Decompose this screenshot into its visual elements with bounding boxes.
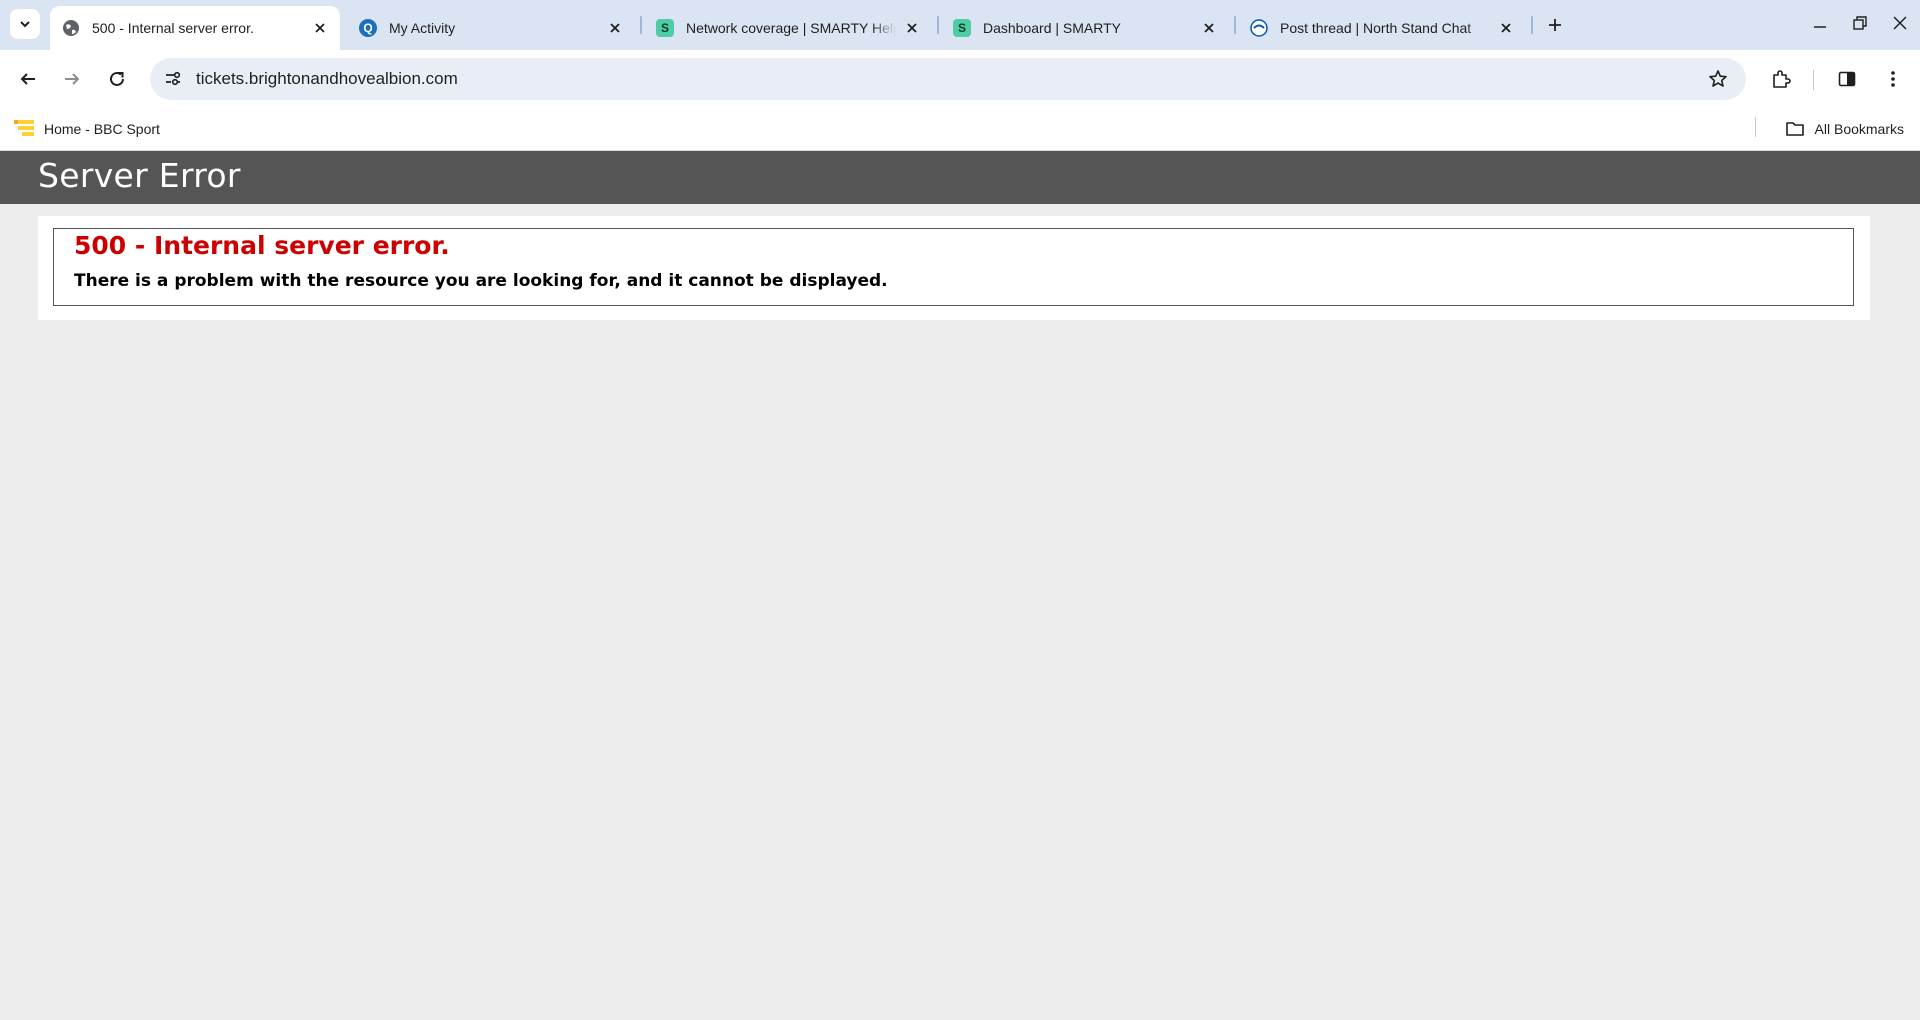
close-icon[interactable] (605, 18, 625, 38)
page-header: Server Error (0, 151, 1920, 204)
bookmark-bbc-sport[interactable]: Home - BBC Sport (14, 117, 160, 141)
page-title: Server Error (38, 156, 241, 195)
tab-separator (1531, 16, 1533, 34)
browser-toolbar: tickets.brightonandhovealbion.com (0, 50, 1920, 108)
side-panel-button[interactable] (1832, 64, 1862, 94)
bookmark-label: Home - BBC Sport (44, 121, 160, 137)
bookmarks-separator (1755, 117, 1756, 137)
tab-title: Dashboard | SMARTY (983, 20, 1121, 36)
tab-strip: 500 - Internal server error. Q My Activi… (0, 0, 1920, 50)
plus-icon (1549, 19, 1561, 31)
tab-title: Network coverage | SMARTY Help (686, 20, 896, 36)
tab-separator (640, 16, 642, 34)
address-bar[interactable]: tickets.brightonandhovealbion.com (150, 58, 1746, 100)
arrow-left-icon (20, 73, 35, 85)
bookmarks-bar: Home - BBC Sport All Bookmarks (0, 108, 1920, 151)
tab-title: 500 - Internal server error. (92, 20, 254, 36)
folder-icon (1785, 122, 1804, 136)
close-icon[interactable] (1496, 18, 1516, 38)
bbc-sport-icon (14, 119, 36, 139)
reload-button[interactable] (102, 64, 132, 94)
tab-dashboard-smarty[interactable]: S Dashboard | SMARTY (941, 6, 1229, 50)
close-window-button[interactable] (1885, 10, 1915, 36)
tab-separator (1234, 16, 1236, 34)
bookmark-star-icon[interactable] (1706, 67, 1730, 91)
error-message: There is a problem with the resource you… (74, 271, 888, 291)
close-icon[interactable] (310, 18, 330, 38)
tab-500-internal-server-error[interactable]: 500 - Internal server error. (50, 6, 340, 50)
tab-separator (937, 16, 939, 34)
site-info-icon[interactable] (158, 64, 188, 94)
smarty-s-icon: S (656, 19, 674, 37)
tab-title: My Activity (389, 20, 456, 36)
arrow-right-icon (65, 73, 80, 85)
url-text[interactable]: tickets.brightonandhovealbion.com (196, 69, 458, 89)
tab-post-thread-north-stand-chat[interactable]: Post thread | North Stand Chat (1238, 6, 1526, 50)
tab-network-coverage-smarty[interactable]: S Network coverage | SMARTY Help (644, 6, 932, 50)
close-icon (1893, 16, 1907, 30)
close-icon[interactable] (902, 18, 922, 38)
new-tab-button[interactable] (1543, 13, 1567, 37)
globe-icon (62, 19, 80, 37)
q-logo-icon: Q (359, 19, 377, 37)
north-stand-chat-icon (1250, 19, 1268, 37)
puzzle-icon (1773, 70, 1791, 88)
chevron-down-icon (20, 21, 30, 28)
restore-button[interactable] (1845, 10, 1875, 36)
forward-button[interactable] (57, 64, 87, 94)
tab-title: Post thread | North Stand Chat (1280, 20, 1472, 36)
minimize-icon (1814, 26, 1826, 28)
error-box: 500 - Internal server error. There is a … (53, 228, 1854, 306)
reload-icon (110, 71, 124, 86)
back-button[interactable] (13, 64, 43, 94)
all-bookmarks-button[interactable]: All Bookmarks (1785, 117, 1904, 141)
minimize-button[interactable] (1805, 10, 1835, 36)
error-heading: 500 - Internal server error. (74, 231, 450, 260)
extensions-button[interactable] (1766, 64, 1796, 94)
toolbar-separator (1813, 70, 1814, 90)
content-container: 500 - Internal server error. There is a … (38, 216, 1870, 320)
kebab-menu-icon (1891, 71, 1895, 87)
close-icon[interactable] (1199, 18, 1219, 38)
restore-icon (1853, 16, 1867, 30)
all-bookmarks-label: All Bookmarks (1814, 121, 1904, 137)
smarty-s-icon: S (953, 19, 971, 37)
tab-my-activity[interactable]: Q My Activity (347, 6, 635, 50)
side-panel-icon (1838, 71, 1856, 87)
menu-button[interactable] (1878, 64, 1908, 94)
tab-search-button[interactable] (10, 9, 40, 39)
